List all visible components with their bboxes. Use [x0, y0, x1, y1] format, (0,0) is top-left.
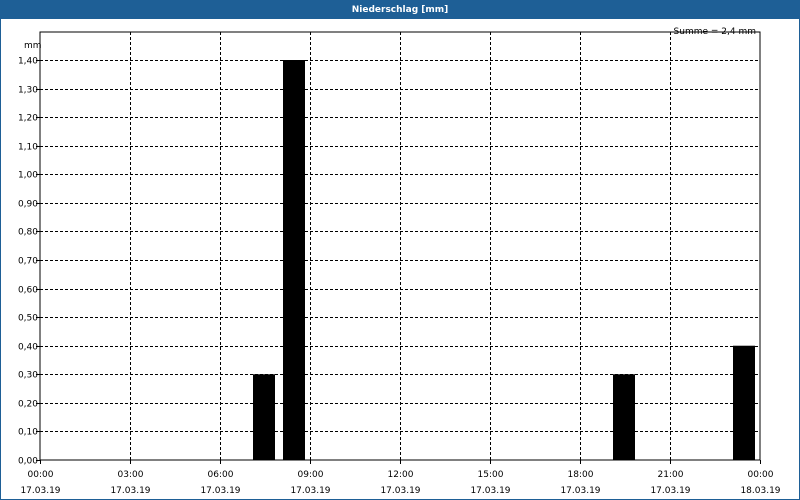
- y-tick-label: 1,30: [18, 86, 38, 96]
- y-tick-label: 0,40: [18, 343, 38, 353]
- y-tick-label: 0,50: [18, 314, 38, 324]
- x-tick-label: 09:00: [298, 470, 324, 480]
- y-tick-label: 0,00: [18, 457, 38, 467]
- precipitation-chart: 0,00 0,10 0,20 0,30 0,40 0,50 0,60 0,70 0,80 0,90…: [18, 27, 781, 496]
- x-tick-date: 17.03.19: [290, 486, 330, 496]
- x-tick-label: 15:00: [478, 470, 504, 480]
- y-tick-label: 0,90: [18, 200, 38, 210]
- x-tick-label: 00:00: [748, 470, 774, 480]
- x-tick-label: 00:00: [28, 470, 54, 480]
- precipitation-bar: [733, 345, 755, 460]
- y-tick-label: 0,70: [18, 257, 38, 267]
- x-tick-label: 21:00: [658, 470, 684, 480]
- y-tick-label: 0,60: [18, 286, 38, 296]
- x-tick-label: 06:00: [208, 470, 234, 480]
- x-tick-date: 17.03.19: [650, 486, 690, 496]
- x-tick-date: 17.03.19: [110, 486, 150, 496]
- y-tick-label: 0,10: [18, 428, 38, 438]
- precipitation-bar: [613, 374, 635, 460]
- y-tick-label: 0,80: [18, 228, 38, 238]
- x-tick-date: 17.03.19: [380, 486, 420, 496]
- x-tick-label: 12:00: [388, 470, 414, 480]
- y-tick-label: 0,20: [18, 400, 38, 410]
- y-tick-label: 0,30: [18, 371, 38, 381]
- precipitation-bar: [253, 374, 275, 460]
- sum-annotation: Summe = 2,4 mm: [674, 27, 756, 37]
- x-tick-label: 03:00: [118, 470, 144, 480]
- x-tick-date: 17.03.19: [560, 486, 600, 496]
- x-tick-date: 17.03.19: [20, 486, 60, 496]
- y-tick-label: 1,00: [18, 171, 38, 181]
- y-tick-label: 1,40: [18, 57, 38, 67]
- plot-area: [39, 31, 761, 461]
- precipitation-bar: [283, 60, 305, 460]
- y-tick-label: 1,10: [18, 143, 38, 153]
- x-tick-label: 18:00: [568, 470, 594, 480]
- x-tick-date: 18.03.19: [740, 486, 780, 496]
- x-tick-date: 17.03.19: [470, 486, 510, 496]
- x-tick-date: 17.03.19: [200, 486, 240, 496]
- y-axis-unit: mm: [24, 41, 42, 51]
- y-tick-label: 1,20: [18, 114, 38, 124]
